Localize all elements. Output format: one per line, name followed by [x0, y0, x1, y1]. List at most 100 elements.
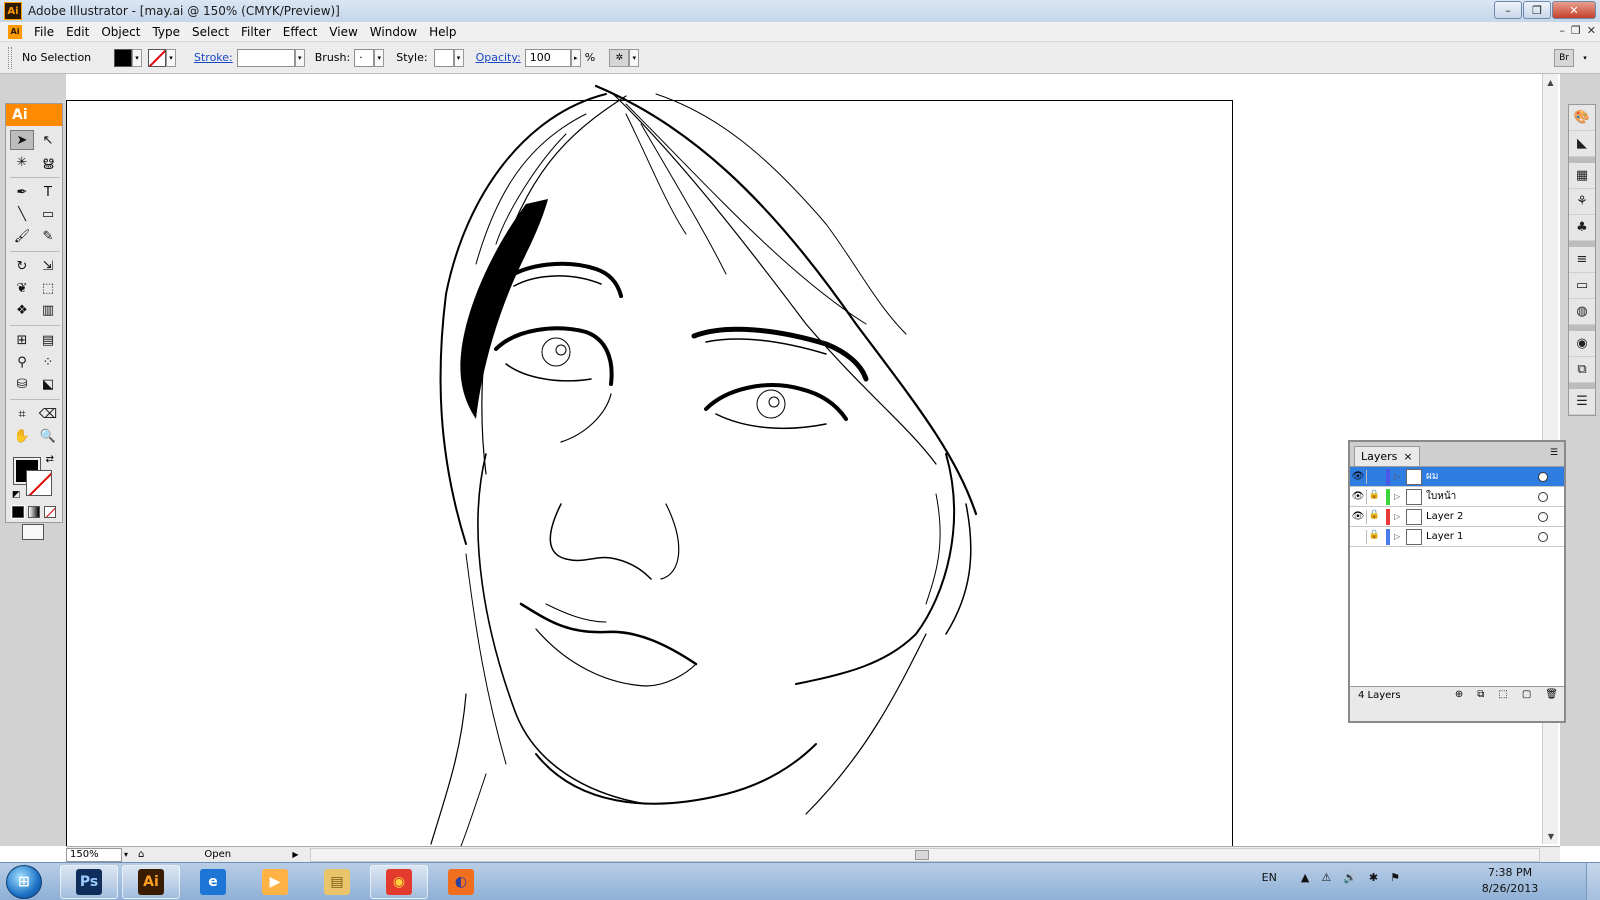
- layers-icon[interactable]: ☰: [1569, 389, 1595, 415]
- target-circle-icon[interactable]: [1538, 471, 1548, 482]
- taskbar-media-player[interactable]: ▶: [246, 865, 304, 899]
- type-tool-icon[interactable]: T: [36, 182, 60, 202]
- screen-mode-icon[interactable]: [22, 524, 44, 540]
- panel-menu-icon[interactable]: ☰: [1550, 448, 1558, 458]
- gradient-tool-icon[interactable]: ▤: [36, 330, 60, 350]
- layer-name[interactable]: Layer 2: [1426, 511, 1538, 522]
- layer-name[interactable]: ใบหน้า: [1426, 489, 1538, 504]
- brush-field[interactable]: ·: [354, 48, 375, 67]
- eyedropper-tool-icon[interactable]: ⚲: [10, 352, 34, 372]
- control-bar-grip[interactable]: [8, 46, 12, 69]
- status-menu-icon[interactable]: ▶: [292, 850, 298, 859]
- magic-wand-tool-icon[interactable]: ✳: [10, 152, 34, 172]
- symbols-icon[interactable]: ♣: [1569, 215, 1595, 241]
- brush-dropdown[interactable]: ▾: [374, 48, 385, 67]
- taskbar-photoshop[interactable]: Ps: [60, 865, 118, 899]
- volume-icon[interactable]: 🔊: [1343, 871, 1357, 884]
- bridge-icon[interactable]: Br: [1554, 49, 1574, 67]
- live-paint-selection-tool-icon[interactable]: ⬕: [36, 374, 60, 394]
- stroke-weight-field[interactable]: [236, 48, 295, 67]
- column-graph-tool-icon[interactable]: ▥: [36, 300, 60, 320]
- zoom-dropdown-icon[interactable]: ▾: [124, 850, 128, 859]
- stroke-swatch[interactable]: [148, 48, 166, 67]
- lock-icon[interactable]: 🔒: [1366, 509, 1382, 524]
- opacity-field[interactable]: 100: [524, 48, 571, 67]
- swatches-icon[interactable]: ▦: [1569, 163, 1595, 189]
- visibility-eye-icon[interactable]: 👁: [1350, 511, 1366, 522]
- lock-icon[interactable]: 🔒: [1366, 529, 1382, 544]
- doc-close-button[interactable]: ✕: [1587, 24, 1596, 37]
- symbol-sprayer-tool-icon[interactable]: ❖: [10, 300, 34, 320]
- color-mode-icon[interactable]: [11, 505, 25, 519]
- gradient-icon[interactable]: ▭: [1569, 273, 1595, 299]
- lock-icon[interactable]: 🔒: [1366, 489, 1382, 504]
- tab-layers[interactable]: Layers ×: [1354, 446, 1420, 466]
- restore-button[interactable]: ❐: [1523, 1, 1551, 19]
- stroke-label[interactable]: Stroke:: [194, 51, 233, 64]
- selection-tool-icon[interactable]: ➤: [10, 130, 34, 150]
- recolor-artwork-icon[interactable]: ✲: [609, 48, 630, 67]
- expand-triangle-icon[interactable]: ▷: [1394, 532, 1406, 541]
- menu-effect[interactable]: Effect: [277, 25, 324, 39]
- menu-view[interactable]: View: [323, 25, 363, 39]
- crop-area-tool-icon[interactable]: ⌗: [10, 404, 34, 424]
- paintbrush-tool-icon[interactable]: 🖌: [10, 226, 34, 246]
- layer-row[interactable]: 👁 🔒 ▷ ใบหน้า: [1350, 487, 1564, 507]
- locate-object-icon[interactable]: ⊕: [1455, 689, 1463, 700]
- style-field[interactable]: [433, 48, 454, 67]
- tray-expand-icon[interactable]: ▲: [1301, 871, 1309, 884]
- taskbar-firefox[interactable]: ◐: [432, 865, 490, 899]
- layer-row[interactable]: 👁 ▷ ผม: [1350, 467, 1564, 487]
- appearance-icon[interactable]: ◉: [1569, 331, 1595, 357]
- start-button[interactable]: ⊞: [6, 865, 42, 899]
- lock-icon[interactable]: [1366, 469, 1382, 484]
- visibility-eye-icon[interactable]: 👁: [1350, 471, 1366, 482]
- language-indicator[interactable]: EN: [1262, 871, 1277, 884]
- gradient-mode-icon[interactable]: [28, 506, 40, 518]
- fill-dropdown[interactable]: ▾: [132, 48, 142, 67]
- pencil-tool-icon[interactable]: ✎: [36, 226, 60, 246]
- scroll-down-icon[interactable]: ▼: [1543, 828, 1559, 844]
- layer-row[interactable]: 🔒 ▷ Layer 1: [1350, 527, 1564, 547]
- doc-restore-button[interactable]: ❐: [1571, 24, 1581, 37]
- none-mode-icon[interactable]: [44, 506, 56, 518]
- style-dropdown[interactable]: ▾: [453, 48, 464, 67]
- warp-tool-icon[interactable]: ❦: [10, 278, 34, 298]
- target-circle-icon[interactable]: [1538, 491, 1548, 502]
- horizontal-scrollbar[interactable]: [310, 848, 1540, 862]
- expand-triangle-icon[interactable]: ▷: [1394, 512, 1406, 521]
- control-bar-menu-icon[interactable]: ▾: [1580, 49, 1590, 67]
- blend-tool-icon[interactable]: ⁘: [36, 352, 60, 372]
- bridge-home-icon[interactable]: ⌂: [138, 849, 144, 860]
- doc-minimize-button[interactable]: –: [1559, 24, 1565, 37]
- rotate-tool-icon[interactable]: ↻: [10, 256, 34, 276]
- make-clipping-mask-icon[interactable]: ⧉: [1477, 689, 1484, 700]
- color-guide-icon[interactable]: 🎨: [1569, 105, 1595, 131]
- default-colors-icon[interactable]: ◩: [12, 490, 21, 500]
- menu-object[interactable]: Object: [95, 25, 146, 39]
- menu-type[interactable]: Type: [146, 25, 186, 39]
- opacity-dropdown[interactable]: ▸: [570, 48, 581, 67]
- lasso-tool-icon[interactable]: ൠ: [36, 152, 60, 172]
- free-transform-tool-icon[interactable]: ⬚: [36, 278, 60, 298]
- layer-row[interactable]: 👁 🔒 ▷ Layer 2: [1350, 507, 1564, 527]
- taskbar-chrome[interactable]: ◉: [370, 865, 428, 899]
- menu-window[interactable]: Window: [364, 25, 423, 39]
- transparency-icon[interactable]: ◍: [1569, 299, 1595, 325]
- zoom-field[interactable]: 150%: [66, 847, 122, 862]
- taskbar-internet-explorer[interactable]: e: [184, 865, 242, 899]
- layer-name[interactable]: Layer 1: [1426, 531, 1538, 542]
- live-paint-bucket-tool-icon[interactable]: ⛁: [10, 374, 34, 394]
- brushes-icon[interactable]: ⚘: [1569, 189, 1595, 215]
- swap-fill-stroke-icon[interactable]: ⇄: [46, 454, 54, 465]
- stroke-icon[interactable]: ≡: [1569, 247, 1595, 273]
- menu-filter[interactable]: Filter: [235, 25, 277, 39]
- stroke-color-swatch[interactable]: [26, 470, 52, 496]
- target-circle-icon[interactable]: [1538, 511, 1548, 522]
- menu-help[interactable]: Help: [423, 25, 462, 39]
- recolor-dropdown[interactable]: ▾: [629, 48, 640, 67]
- action-center-icon[interactable]: ⚑: [1390, 871, 1400, 884]
- zoom-tool-icon[interactable]: 🔍: [36, 426, 60, 446]
- horizontal-scroll-thumb[interactable]: [915, 850, 929, 860]
- document-icon[interactable]: Ai: [8, 24, 22, 39]
